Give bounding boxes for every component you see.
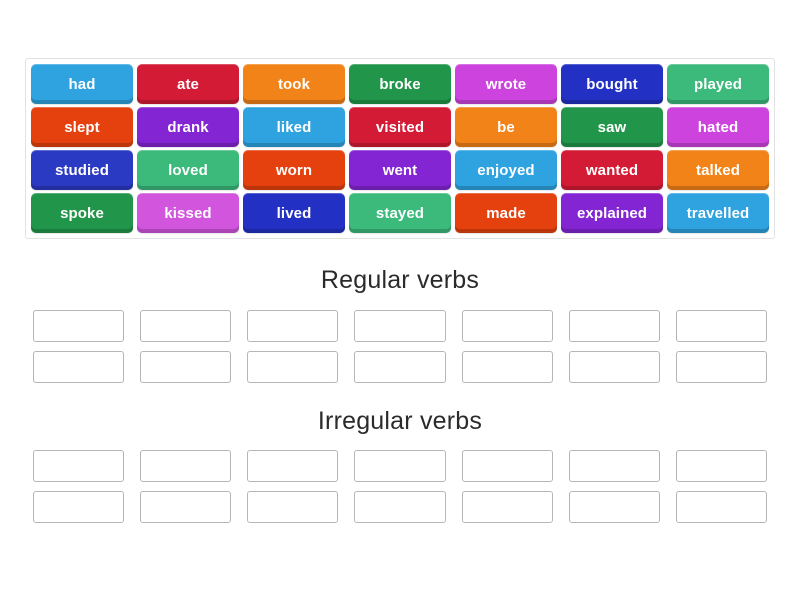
drop-zone-regular[interactable] <box>675 310 767 342</box>
word-tile[interactable]: broke <box>349 64 451 104</box>
word-tile[interactable]: saw <box>561 107 663 147</box>
word-tile[interactable]: wrote <box>455 64 557 104</box>
word-tile[interactable]: liked <box>243 107 345 147</box>
word-tile-label: played <box>693 75 743 93</box>
word-tile-label: slept <box>64 118 100 136</box>
group-title-regular-verbs: Regular verbs <box>320 266 480 294</box>
word-tile-label: visited <box>375 118 425 136</box>
word-tile-label: travelled <box>686 204 750 222</box>
drop-zone-regular[interactable] <box>247 310 339 342</box>
word-tile-label: lived <box>276 204 312 222</box>
word-tile[interactable]: explained <box>561 193 663 233</box>
drop-zone-irregular[interactable] <box>247 491 339 523</box>
drop-zone-grid-regular-verbs <box>33 310 767 383</box>
drop-zone-irregular[interactable] <box>354 450 446 482</box>
drop-zone-irregular[interactable] <box>675 450 767 482</box>
word-tile-label: drank <box>167 118 209 136</box>
word-tile-label: broke <box>379 75 421 93</box>
word-tile[interactable]: studied <box>31 150 133 190</box>
word-tile[interactable]: went <box>349 150 451 190</box>
word-tile-label: wanted <box>585 161 639 179</box>
word-tile[interactable]: be <box>455 107 557 147</box>
word-tile-label: had <box>68 75 96 93</box>
drop-zone-regular[interactable] <box>140 351 232 383</box>
drop-zone-irregular[interactable] <box>33 450 125 482</box>
word-tile-label: loved <box>168 161 208 179</box>
word-tile[interactable]: bought <box>561 64 663 104</box>
word-tile-label: took <box>277 75 311 93</box>
word-tile[interactable]: drank <box>137 107 239 147</box>
word-tile[interactable]: took <box>243 64 345 104</box>
word-tile[interactable]: ate <box>137 64 239 104</box>
word-tile-label: spoke <box>60 204 104 222</box>
word-tile[interactable]: visited <box>349 107 451 147</box>
word-tile-label: be <box>497 118 515 136</box>
word-tile-grid: had ate took broke wrote bought played slept dra… <box>31 64 769 233</box>
drop-zone-grid-irregular-verbs <box>33 450 767 523</box>
activity-canvas: had ate took broke wrote bought played slept dra… <box>0 0 800 600</box>
drop-zone-irregular[interactable] <box>140 450 232 482</box>
word-tile[interactable]: worn <box>243 150 345 190</box>
word-tile-label: talked <box>696 161 740 179</box>
drop-zone-regular[interactable] <box>568 351 660 383</box>
drop-zone-regular[interactable] <box>461 310 553 342</box>
drop-zone-irregular[interactable] <box>675 491 767 523</box>
drop-zone-irregular[interactable] <box>33 491 125 523</box>
drop-zone-irregular[interactable] <box>354 491 446 523</box>
drop-zone-regular[interactable] <box>247 351 339 383</box>
word-tile[interactable]: talked <box>667 150 769 190</box>
word-tile[interactable]: played <box>667 64 769 104</box>
drop-zone-irregular[interactable] <box>461 450 553 482</box>
word-tile[interactable]: travelled <box>667 193 769 233</box>
word-tile-label: bought <box>586 75 638 93</box>
drop-zone-regular[interactable] <box>354 310 446 342</box>
word-tile-label: ate <box>177 75 199 93</box>
group-title-irregular-verbs: Irregular verbs <box>317 407 483 435</box>
drop-zone-regular[interactable] <box>33 310 125 342</box>
word-bank-panel: had ate took broke wrote bought played slept dra… <box>25 58 775 239</box>
word-tile[interactable]: spoke <box>31 193 133 233</box>
drop-zone-irregular[interactable] <box>140 491 232 523</box>
word-tile[interactable]: enjoyed <box>455 150 557 190</box>
drop-zone-irregular[interactable] <box>568 491 660 523</box>
word-tile[interactable]: loved <box>137 150 239 190</box>
word-tile[interactable]: wanted <box>561 150 663 190</box>
word-tile[interactable]: stayed <box>349 193 451 233</box>
drop-zone-regular[interactable] <box>140 310 232 342</box>
word-tile[interactable]: kissed <box>137 193 239 233</box>
drop-zone-regular[interactable] <box>33 351 125 383</box>
word-tile-label: hated <box>697 118 739 136</box>
word-tile-label: liked <box>276 118 312 136</box>
word-tile-label: stayed <box>375 204 425 222</box>
drop-zone-regular[interactable] <box>354 351 446 383</box>
word-tile[interactable]: hated <box>667 107 769 147</box>
word-tile-label: enjoyed <box>477 161 535 179</box>
word-tile-label: wrote <box>485 75 527 93</box>
word-tile[interactable]: made <box>455 193 557 233</box>
word-tile[interactable]: had <box>31 64 133 104</box>
drop-zone-irregular[interactable] <box>568 450 660 482</box>
drop-zone-irregular[interactable] <box>461 491 553 523</box>
word-tile-label: studied <box>54 161 110 179</box>
word-tile[interactable]: slept <box>31 107 133 147</box>
word-tile-label: kissed <box>164 204 212 222</box>
word-tile-label: made <box>486 204 526 222</box>
drop-zone-irregular[interactable] <box>247 450 339 482</box>
drop-zone-regular[interactable] <box>568 310 660 342</box>
word-tile-label: saw <box>597 118 627 136</box>
word-tile-label: worn <box>275 161 313 179</box>
word-tile-label: went <box>382 161 418 179</box>
word-tile-label: explained <box>576 204 648 222</box>
drop-zone-regular[interactable] <box>675 351 767 383</box>
drop-zone-regular[interactable] <box>461 351 553 383</box>
word-tile[interactable]: lived <box>243 193 345 233</box>
